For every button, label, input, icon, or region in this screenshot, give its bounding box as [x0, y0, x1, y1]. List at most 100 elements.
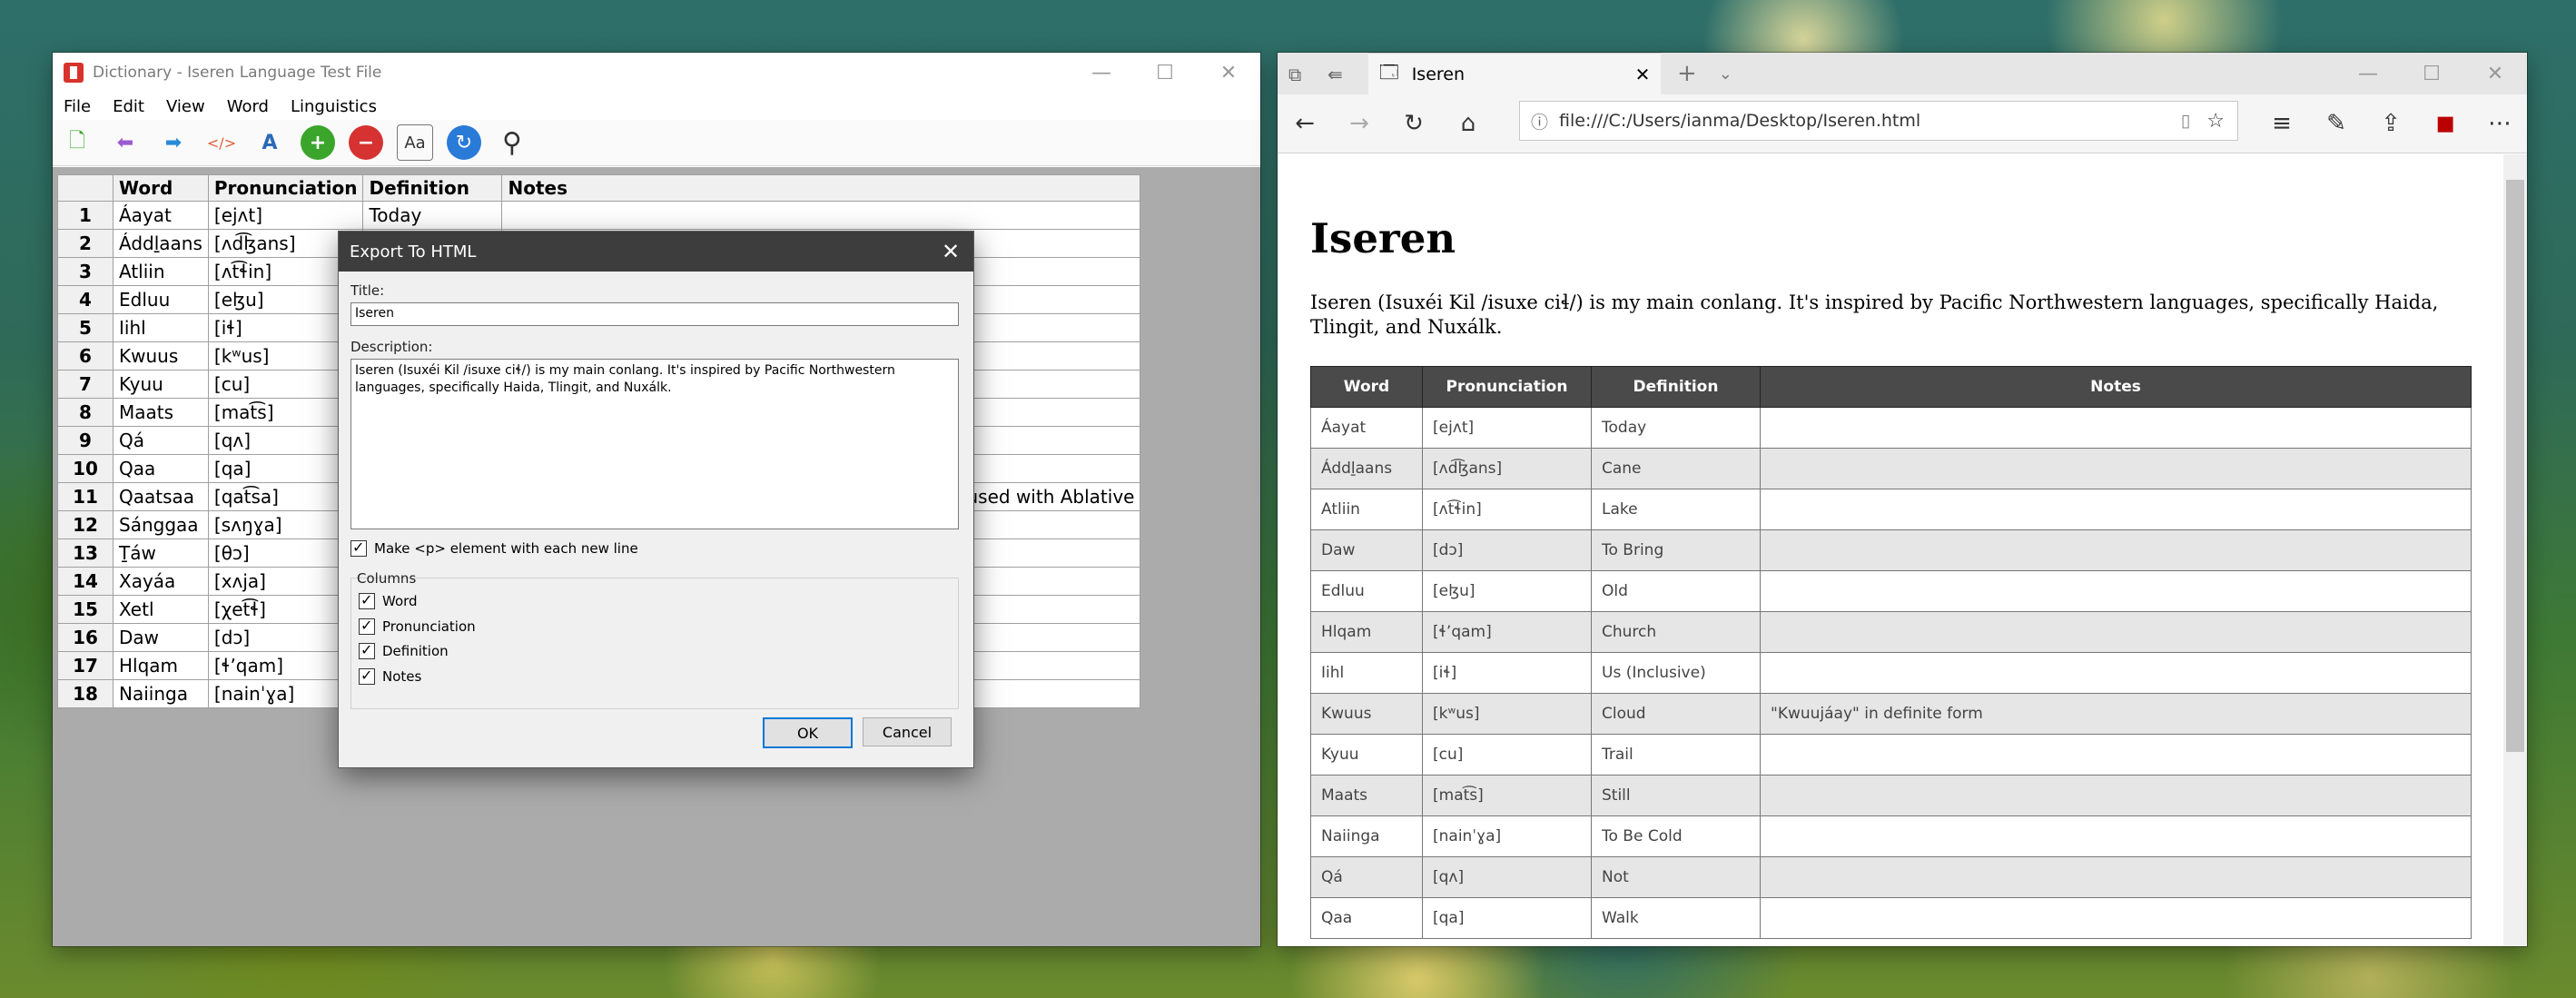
row-number[interactable]: 1	[57, 201, 114, 230]
cell-word[interactable]: Xetl	[113, 595, 209, 624]
close-icon[interactable]: ✕	[1197, 53, 1260, 93]
cell-word[interactable]: Naiinga	[113, 679, 209, 708]
menu-view[interactable]: View	[166, 97, 205, 116]
cell-word[interactable]: Áddḻaans	[113, 229, 209, 258]
new-tab-icon[interactable]: +	[1677, 60, 1697, 87]
browser-tab[interactable]: 🗔 Iseren ✕	[1368, 52, 1661, 95]
description-textarea[interactable]: Iseren (Isuxéi Kil /isuxe ciɬ/) is my ma…	[350, 359, 959, 529]
row-number[interactable]: 12	[57, 510, 114, 539]
menu-edit[interactable]: Edit	[113, 97, 144, 116]
search-icon[interactable]: ⚲	[495, 125, 529, 160]
maximize-icon[interactable]: ☐	[2400, 54, 2463, 94]
ok-button[interactable]: OK	[763, 717, 853, 748]
vertical-scrollbar[interactable]	[2503, 154, 2527, 946]
back-icon[interactable]: ←	[1278, 110, 1332, 137]
cell-word[interactable]: Xayáa	[113, 567, 209, 596]
cell-word[interactable]: Kwuus	[113, 341, 209, 371]
grid-header-definition[interactable]: Definition	[362, 174, 503, 202]
cell-word[interactable]: Atliin	[113, 257, 209, 286]
home-icon[interactable]: ⌂	[1441, 110, 1495, 137]
cell-notes	[1760, 611, 2472, 653]
cell-word[interactable]: Qaatsaa	[113, 482, 209, 511]
star-icon[interactable]: ☆	[2206, 110, 2225, 133]
row-number[interactable]: 7	[57, 370, 114, 399]
translate-icon[interactable]: A	[252, 125, 287, 160]
refresh-icon[interactable]: ↻	[447, 125, 481, 160]
export-dialog-titlebar[interactable]: Export To HTML ✕	[339, 232, 973, 272]
cell-pronunciation[interactable]: [ejʌt]	[207, 201, 364, 230]
reading-view-icon[interactable]: ▯	[2181, 111, 2190, 131]
title-input[interactable]: Iseren	[350, 302, 959, 326]
cell-word[interactable]: Qaa	[113, 454, 209, 483]
row-number[interactable]: 8	[57, 398, 114, 427]
grid-header-word[interactable]: Word	[113, 174, 209, 202]
row-number[interactable]: 5	[57, 313, 114, 342]
scrollbar-thumb[interactable]	[2506, 180, 2524, 752]
menu-file[interactable]: File	[64, 97, 91, 116]
cell-word[interactable]: Iihl	[113, 313, 209, 342]
minimize-icon[interactable]: —	[2336, 54, 2400, 94]
cell-word[interactable]: Qá	[113, 426, 209, 455]
row-number[interactable]: 3	[57, 257, 114, 286]
column-definition-checkbox[interactable]: Definition	[359, 641, 449, 659]
cell-word[interactable]: Edluu	[113, 285, 209, 314]
reading-list-icon[interactable]: ≡	[2255, 110, 2309, 137]
table-row[interactable]: 1 Áayat [ejʌt] Today	[57, 201, 1141, 230]
row-number[interactable]: 4	[57, 285, 114, 314]
set-tabs-aside-icon[interactable]: ⇚	[1327, 64, 1343, 85]
back-arrow-icon[interactable]: ⬅	[108, 125, 143, 160]
close-icon[interactable]: ✕	[2463, 54, 2527, 94]
share-icon[interactable]: ⇪	[2364, 110, 2418, 137]
row-number[interactable]: 16	[57, 623, 114, 652]
tabs-aside-icon[interactable]: ⧉	[1288, 64, 1301, 85]
cell-word[interactable]: Kyuu	[113, 370, 209, 399]
forward-arrow-icon[interactable]: ➡	[156, 125, 191, 160]
tab-close-icon[interactable]: ✕	[1624, 64, 1661, 85]
make-p-checkbox[interactable]: Make <p> element with each new line	[350, 539, 638, 557]
minimize-icon[interactable]: —	[1070, 53, 1133, 93]
row-number[interactable]: 2	[57, 229, 114, 258]
url-field[interactable]: ⓘ file:///C:/Users/ianma/Desktop/Iseren.…	[1519, 101, 2238, 141]
table-header-definition: Definition	[1591, 366, 1761, 408]
cell-notes[interactable]	[501, 201, 1141, 230]
row-number[interactable]: 18	[57, 679, 114, 708]
cancel-button[interactable]: Cancel	[863, 717, 952, 746]
row-number[interactable]: 11	[57, 482, 114, 511]
row-number[interactable]: 15	[57, 595, 114, 624]
remove-icon[interactable]: −	[349, 125, 383, 160]
row-number[interactable]: 6	[57, 341, 114, 371]
font-icon[interactable]: Aa	[397, 124, 433, 161]
cell-word[interactable]: Daw	[113, 623, 209, 652]
row-number[interactable]: 17	[57, 651, 114, 680]
menu-linguistics[interactable]: Linguistics	[291, 97, 377, 116]
grid-header-notes[interactable]: Notes	[501, 174, 1141, 202]
dialog-close-icon[interactable]: ✕	[928, 239, 973, 264]
row-number[interactable]: 14	[57, 567, 114, 596]
refresh-icon[interactable]: ↻	[1387, 110, 1441, 137]
dictionary-titlebar[interactable]: Dictionary - Iseren Language Test File —…	[53, 53, 1260, 93]
maximize-icon[interactable]: ☐	[1133, 53, 1197, 93]
cell-word[interactable]: Maats	[113, 398, 209, 427]
row-number[interactable]: 9	[57, 426, 114, 455]
add-icon[interactable]: +	[301, 125, 335, 160]
cell-word[interactable]: Ṯáw	[113, 539, 209, 568]
cell-word[interactable]: Sánggaa	[113, 510, 209, 539]
pen-icon[interactable]: ✎	[2309, 110, 2364, 137]
row-number[interactable]: 10	[57, 454, 114, 483]
forward-icon[interactable]: →	[1332, 110, 1387, 137]
column-pronunciation-checkbox[interactable]: Pronunciation	[359, 617, 476, 635]
cell-word[interactable]: Hlqam	[113, 651, 209, 680]
row-number[interactable]: 13	[57, 539, 114, 568]
ublock-icon[interactable]: ◼	[2418, 110, 2472, 137]
more-icon[interactable]: ⋯	[2472, 110, 2527, 137]
menu-word[interactable]: Word	[227, 97, 269, 116]
cell-definition[interactable]: Today	[362, 201, 503, 230]
code-icon[interactable]: </>	[204, 125, 239, 160]
page-heading: Iseren	[1310, 214, 1456, 262]
column-word-checkbox[interactable]: Word	[359, 591, 418, 609]
cell-word[interactable]: Áayat	[113, 201, 209, 230]
grid-header-pronunciation[interactable]: Pronunciation	[207, 174, 364, 202]
new-file-icon[interactable]: 🗋	[60, 125, 94, 160]
chevron-down-icon[interactable]: ⌄	[1719, 64, 1732, 84]
column-notes-checkbox[interactable]: Notes	[359, 667, 421, 685]
